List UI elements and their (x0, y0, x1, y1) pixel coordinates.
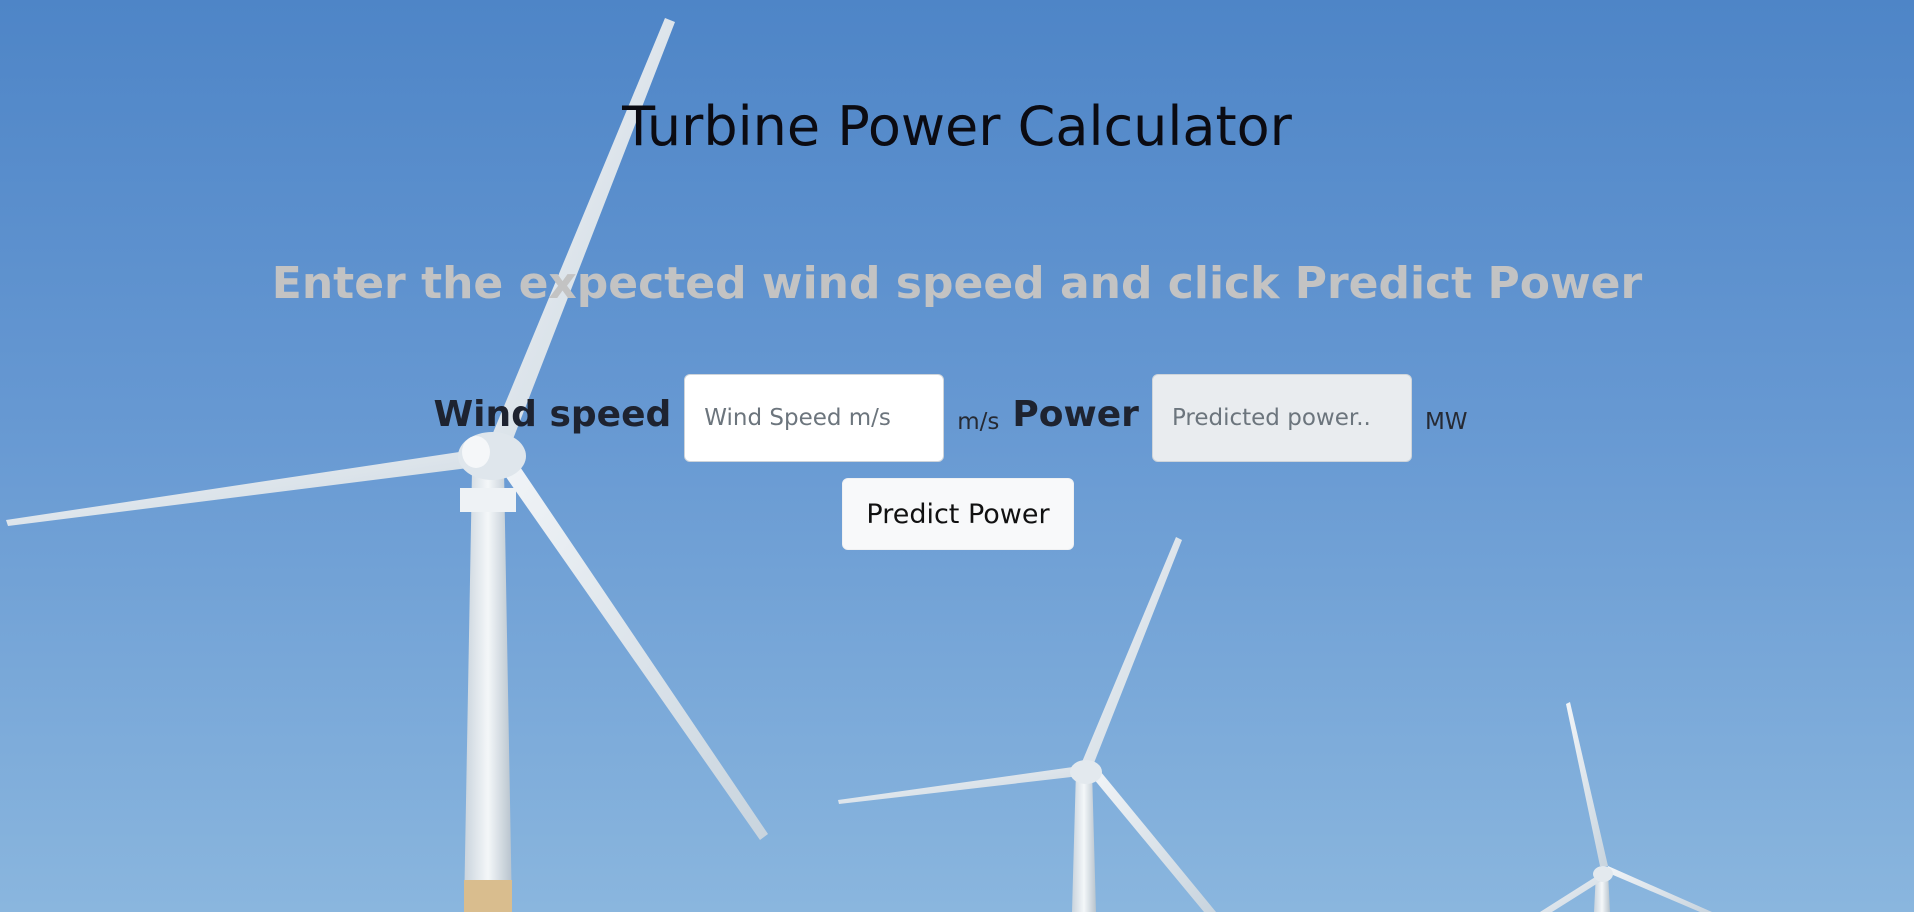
power-label: Power (1012, 393, 1139, 435)
wind-speed-label: Wind speed (433, 393, 672, 435)
predict-power-button[interactable]: Predict Power (842, 478, 1074, 550)
wind-speed-input[interactable] (684, 374, 945, 462)
main-content: Turbine Power Calculator Enter the expec… (0, 0, 1914, 912)
power-unit: MW (1424, 409, 1468, 435)
predicted-power-field[interactable] (1151, 374, 1412, 462)
prediction-form: Wind speed m/s Power MW (0, 373, 1914, 463)
page-subtitle: Enter the expected wind speed and click … (271, 258, 1643, 309)
page-title: Turbine Power Calculator (622, 95, 1292, 158)
wind-speed-unit: m/s (957, 409, 1000, 435)
